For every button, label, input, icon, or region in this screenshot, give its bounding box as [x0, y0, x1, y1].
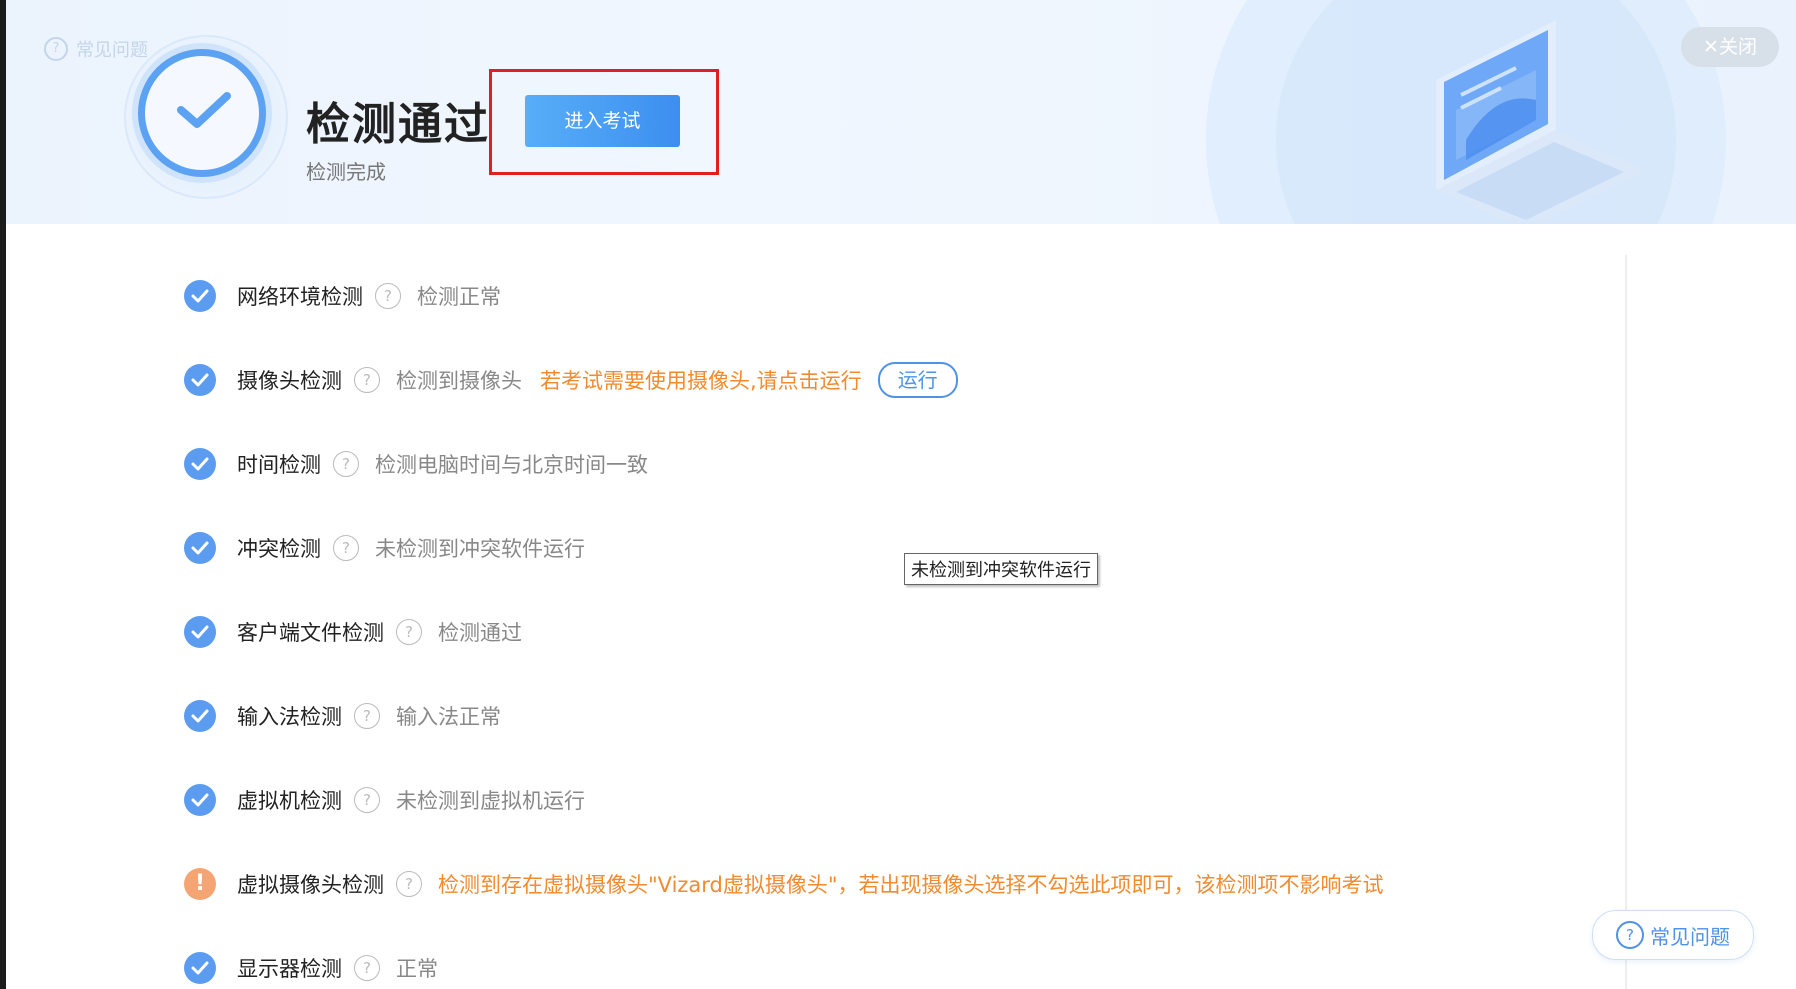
help-icon[interactable]: ? — [375, 283, 401, 309]
checkmark-icon — [184, 364, 216, 396]
check-item-status: 检测正常 — [417, 285, 501, 309]
faq-ghost-label: 常见问题 — [76, 40, 148, 61]
check-item-label: 时间检测 — [237, 453, 321, 477]
check-item-label: 摄像头检测 — [237, 369, 342, 393]
check-item-status: 未检测到虚拟机运行 — [396, 789, 585, 813]
checkmark-icon — [184, 784, 216, 816]
check-item-status: 检测到摄像头 — [396, 369, 522, 393]
background-window-edge — [0, 0, 6, 989]
check-item-vm: 虚拟机检测 ? 未检测到虚拟机运行 — [184, 780, 585, 820]
checkmark-icon — [184, 952, 216, 984]
laptop-illustration — [1436, 20, 1646, 220]
help-icon[interactable]: ? — [354, 703, 380, 729]
check-item-status: 检测通过 — [438, 621, 522, 645]
content-divider — [1625, 255, 1627, 989]
checkmark-icon — [184, 616, 216, 648]
help-circle-icon: ? — [1616, 921, 1644, 949]
check-item-label: 客户端文件检测 — [237, 621, 384, 645]
help-icon[interactable]: ? — [333, 535, 359, 561]
check-item-status: 输入法正常 — [396, 705, 501, 729]
faq-button[interactable]: ? 常见问题 — [1592, 910, 1754, 960]
check-item-camera: 摄像头检测 ? 检测到摄像头 若考试需要使用摄像头,请点击运行 运行 — [184, 360, 958, 400]
enter-exam-button[interactable]: 进入考试 — [525, 95, 680, 147]
run-camera-button[interactable]: 运行 — [877, 362, 958, 398]
check-item-display: 显示器检测 ? 正常 — [184, 948, 438, 988]
help-icon[interactable]: ? — [396, 619, 422, 645]
header-banner: ? 常见问题 检测通过 检测完成 进入考试 ✕关闭 — [6, 0, 1796, 224]
success-badge — [124, 35, 288, 199]
warning-icon: ! — [184, 868, 216, 900]
check-item-status: 检测到存在虚拟摄像头"Vizard虚拟摄像头"，若出现摄像头选择不勾选此项即可，… — [438, 873, 1384, 897]
check-item-label: 冲突检测 — [237, 537, 321, 561]
check-item-label: 虚拟摄像头检测 — [237, 873, 384, 897]
help-icon[interactable]: ? — [354, 367, 380, 393]
check-item-status: 正常 — [396, 957, 438, 981]
help-icon[interactable]: ? — [354, 955, 380, 981]
check-item-virtual-camera: ! 虚拟摄像头检测 ? 检测到存在虚拟摄像头"Vizard虚拟摄像头"，若出现摄… — [184, 864, 1384, 904]
close-button[interactable]: ✕关闭 — [1681, 27, 1779, 67]
help-icon[interactable]: ? — [396, 871, 422, 897]
faq-ghost-link: ? 常见问题 — [44, 36, 148, 62]
check-item-input-method: 输入法检测 ? 输入法正常 — [184, 696, 501, 736]
checkmark-icon — [184, 280, 216, 312]
check-item-status: 检测电脑时间与北京时间一致 — [375, 453, 648, 477]
help-icon[interactable]: ? — [354, 787, 380, 813]
help-circle-icon: ? — [44, 37, 68, 61]
check-item-network: 网络环境检测 ? 检测正常 — [184, 276, 501, 316]
page-subtitle: 检测完成 — [306, 160, 386, 184]
checkmark-icon — [184, 532, 216, 564]
check-circle-icon — [138, 49, 266, 177]
check-item-label: 显示器检测 — [237, 957, 342, 981]
tooltip: 未检测到冲突软件运行 — [904, 553, 1098, 585]
check-item-label: 输入法检测 — [237, 705, 342, 729]
camera-run-hint: 若考试需要使用摄像头,请点击运行 — [540, 369, 862, 393]
help-icon[interactable]: ? — [333, 451, 359, 477]
check-item-time: 时间检测 ? 检测电脑时间与北京时间一致 — [184, 444, 648, 484]
check-item-label: 虚拟机检测 — [237, 789, 342, 813]
check-item-client-files: 客户端文件检测 ? 检测通过 — [184, 612, 522, 652]
checkmark-icon — [184, 448, 216, 480]
check-item-label: 网络环境检测 — [237, 285, 363, 309]
check-item-status: 未检测到冲突软件运行 — [375, 537, 585, 561]
check-item-conflict: 冲突检测 ? 未检测到冲突软件运行 — [184, 528, 585, 568]
checkmark-icon — [184, 700, 216, 732]
exam-check-window: ? 常见问题 检测通过 检测完成 进入考试 ✕关闭 网络环境检测 ? 检测正常 … — [0, 0, 1796, 989]
page-title: 检测通过 — [306, 99, 490, 150]
faq-button-label: 常见问题 — [1650, 924, 1730, 949]
